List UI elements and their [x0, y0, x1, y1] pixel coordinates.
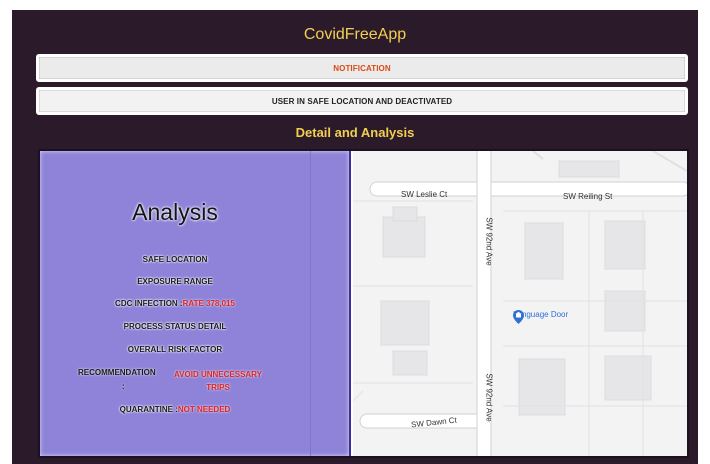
quarantine-label: QUARANTINE : [119, 405, 178, 414]
street-label-92nd-top: SW 92nd Ave [484, 217, 494, 266]
map-view[interactable]: SW Leslie Ct SW Reiling St SW 92nd Ave S… [353, 151, 687, 456]
status-label: USER IN SAFE LOCATION AND DEACTIVATED [271, 96, 453, 106]
recommendation-colon: : [122, 382, 125, 391]
quarantine-row: QUARANTINE :NOT NEEDED [40, 405, 310, 414]
quarantine-value: NOT NEEDED [177, 405, 231, 414]
app-title: CovidFreeApp [303, 26, 407, 43]
process-status-label: PROCESS STATUS DETAIL [123, 322, 227, 331]
street-label-reiling: SW Reiling St [563, 192, 613, 201]
analysis-panel: Analysis SAFE LOCATION EXPOSURE RANGE CD… [40, 151, 351, 456]
notification-label: NOTIFICATION [333, 63, 391, 73]
exposure-range-label: EXPOSURE RANGE [137, 277, 213, 286]
poi-language-door[interactable]: Language Door [513, 310, 568, 324]
street-label-92nd-bottom: SW 92nd Ave [484, 373, 494, 422]
cdc-infection-value: RATE 378,015 [182, 299, 235, 308]
street-label-leslie: SW Leslie Ct [401, 190, 448, 199]
cdc-infection-label: CDC INFECTION : [115, 299, 183, 308]
recommendation-label: RECOMMENDATION [78, 368, 156, 377]
app-window: CovidFreeApp NOTIFICATION USER IN SAFE L… [12, 10, 698, 464]
recommendation-value: AVOID UNNECESSARY TRIPS [173, 370, 262, 392]
overall-risk-label: OVERALL RISK FACTOR [127, 345, 223, 354]
analysis-divider [310, 151, 311, 456]
detail-panel: Analysis SAFE LOCATION EXPOSURE RANGE CD… [38, 149, 689, 458]
notification-button[interactable]: NOTIFICATION [36, 54, 688, 82]
map-pin-icon [513, 310, 524, 324]
status-bar[interactable]: USER IN SAFE LOCATION AND DEACTIVATED [36, 87, 688, 115]
safe-location-label: SAFE LOCATION [142, 255, 208, 264]
analysis-title: Analysis [132, 199, 218, 225]
section-title: Detail and Analysis [295, 125, 415, 140]
cdc-infection-row: CDC INFECTION :RATE 378,015 [40, 299, 310, 308]
